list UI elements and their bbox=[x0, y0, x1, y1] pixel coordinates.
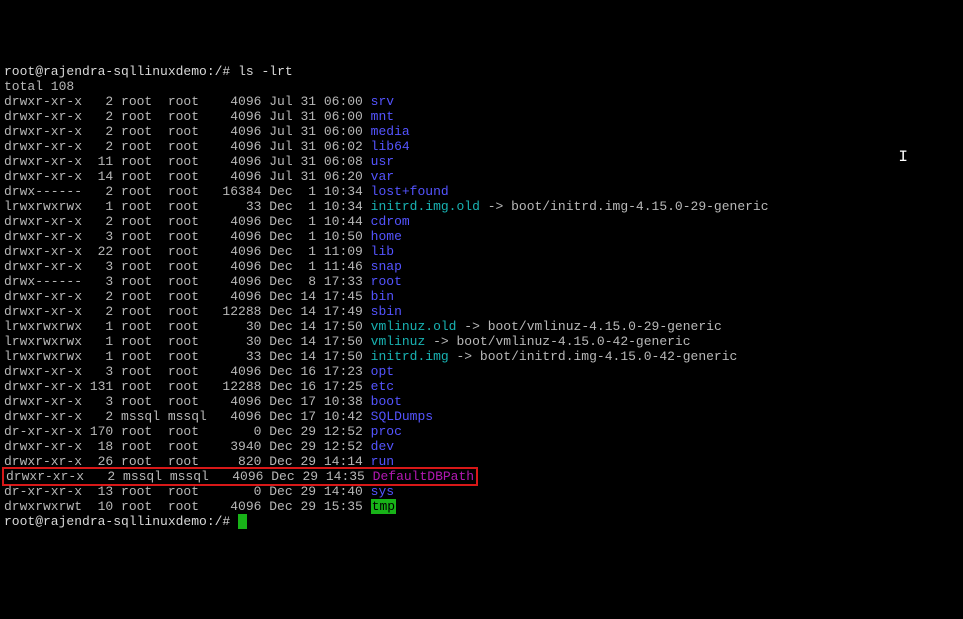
file-name: proc bbox=[371, 424, 402, 439]
list-row: drwxr-xr-x 2 root root 4096 Jul 31 06:00… bbox=[4, 109, 959, 124]
file-name: boot bbox=[371, 394, 402, 409]
file-name: tmp bbox=[371, 499, 396, 514]
symlink-target: -> boot/initrd.img-4.15.0-42-generic bbox=[449, 349, 738, 364]
terminal[interactable]: root@rajendra-sqllinuxdemo:/# ls -lrttot… bbox=[4, 64, 959, 529]
file-name: srv bbox=[371, 94, 394, 109]
file-name: dev bbox=[371, 439, 394, 454]
list-row: drwxr-xr-x 22 root root 4096 Dec 1 11:09… bbox=[4, 244, 959, 259]
file-name: SQLDumps bbox=[371, 409, 433, 424]
list-row: drwxr-xr-x 2 root root 4096 Jul 31 06:02… bbox=[4, 139, 959, 154]
text-caret-icon: I bbox=[898, 150, 908, 165]
list-row: drwxr-xr-x 2 root root 4096 Dec 14 17:45… bbox=[4, 289, 959, 304]
list-row: drwxr-xr-x 2 root root 12288 Dec 14 17:4… bbox=[4, 304, 959, 319]
prompt: root@rajendra-sqllinuxdemo:/# bbox=[4, 64, 230, 79]
listing: drwxr-xr-x 2 root root 4096 Jul 31 06:00… bbox=[4, 94, 959, 514]
list-row: dr-xr-xr-x 13 root root 0 Dec 29 14:40 s… bbox=[4, 484, 959, 499]
file-name: home bbox=[371, 229, 402, 244]
file-name: sbin bbox=[371, 304, 402, 319]
list-row: drwxr-xr-x 131 root root 12288 Dec 16 17… bbox=[4, 379, 959, 394]
file-name: DefaultDBPath bbox=[373, 469, 474, 484]
symlink-target: -> boot/vmlinuz-4.15.0-29-generic bbox=[457, 319, 722, 334]
total-line: total 108 bbox=[4, 79, 959, 94]
list-row: drwxr-xr-x 3 root root 4096 Dec 1 11:46 … bbox=[4, 259, 959, 274]
list-row: drwxrwxrwt 10 root root 4096 Dec 29 15:3… bbox=[4, 499, 959, 514]
list-row: drwxr-xr-x 11 root root 4096 Jul 31 06:0… bbox=[4, 154, 959, 169]
list-row: drwxr-xr-x 2 mssql mssql 4096 Dec 29 14:… bbox=[4, 469, 959, 484]
list-row: drwxr-xr-x 2 root root 4096 Jul 31 06:00… bbox=[4, 124, 959, 139]
command-text: ls -lrt bbox=[238, 64, 293, 79]
file-name: media bbox=[371, 124, 410, 139]
file-name: opt bbox=[371, 364, 394, 379]
list-row: drwx------ 2 root root 16384 Dec 1 10:34… bbox=[4, 184, 959, 199]
list-row: drwxr-xr-x 2 mssql mssql 4096 Dec 17 10:… bbox=[4, 409, 959, 424]
symlink-target: -> boot/vmlinuz-4.15.0-42-generic bbox=[425, 334, 690, 349]
symlink-target: -> boot/initrd.img-4.15.0-29-generic bbox=[480, 199, 769, 214]
list-row: drwxr-xr-x 14 root root 4096 Jul 31 06:2… bbox=[4, 169, 959, 184]
file-name: root bbox=[371, 274, 402, 289]
file-name: lib64 bbox=[371, 139, 410, 154]
list-row: drwxr-xr-x 3 root root 4096 Dec 1 10:50 … bbox=[4, 229, 959, 244]
file-name: mnt bbox=[371, 109, 394, 124]
list-row: drwxr-xr-x 18 root root 3940 Dec 29 12:5… bbox=[4, 439, 959, 454]
list-row: drwxr-xr-x 3 root root 4096 Dec 17 10:38… bbox=[4, 394, 959, 409]
prompt-line-2[interactable]: root@rajendra-sqllinuxdemo:/# bbox=[4, 514, 959, 529]
file-name: sys bbox=[371, 484, 394, 499]
list-row: drwxr-xr-x 2 root root 4096 Jul 31 06:00… bbox=[4, 94, 959, 109]
file-name: vmlinuz bbox=[371, 334, 426, 349]
file-name: bin bbox=[371, 289, 394, 304]
list-row: lrwxrwxrwx 1 root root 33 Dec 1 10:34 in… bbox=[4, 199, 959, 214]
file-name: lib bbox=[371, 244, 394, 259]
list-row: dr-xr-xr-x 170 root root 0 Dec 29 12:52 … bbox=[4, 424, 959, 439]
list-row: drwxr-xr-x 3 root root 4096 Dec 16 17:23… bbox=[4, 364, 959, 379]
list-row: drwx------ 3 root root 4096 Dec 8 17:33 … bbox=[4, 274, 959, 289]
file-name: initrd.img.old bbox=[371, 199, 480, 214]
prompt-line-1: root@rajendra-sqllinuxdemo:/# ls -lrt bbox=[4, 64, 959, 79]
file-name: lost+found bbox=[371, 184, 449, 199]
list-row: lrwxrwxrwx 1 root root 30 Dec 14 17:50 v… bbox=[4, 319, 959, 334]
file-name: initrd.img bbox=[371, 349, 449, 364]
cursor-icon bbox=[238, 514, 247, 529]
file-name: usr bbox=[371, 154, 394, 169]
list-row: drwxr-xr-x 2 root root 4096 Dec 1 10:44 … bbox=[4, 214, 959, 229]
list-row: lrwxrwxrwx 1 root root 33 Dec 14 17:50 i… bbox=[4, 349, 959, 364]
file-name: etc bbox=[371, 379, 394, 394]
prompt: root@rajendra-sqllinuxdemo:/# bbox=[4, 514, 230, 529]
file-name: var bbox=[371, 169, 394, 184]
file-name: snap bbox=[371, 259, 402, 274]
list-row: lrwxrwxrwx 1 root root 30 Dec 14 17:50 v… bbox=[4, 334, 959, 349]
file-name: cdrom bbox=[371, 214, 410, 229]
file-name: vmlinuz.old bbox=[371, 319, 457, 334]
